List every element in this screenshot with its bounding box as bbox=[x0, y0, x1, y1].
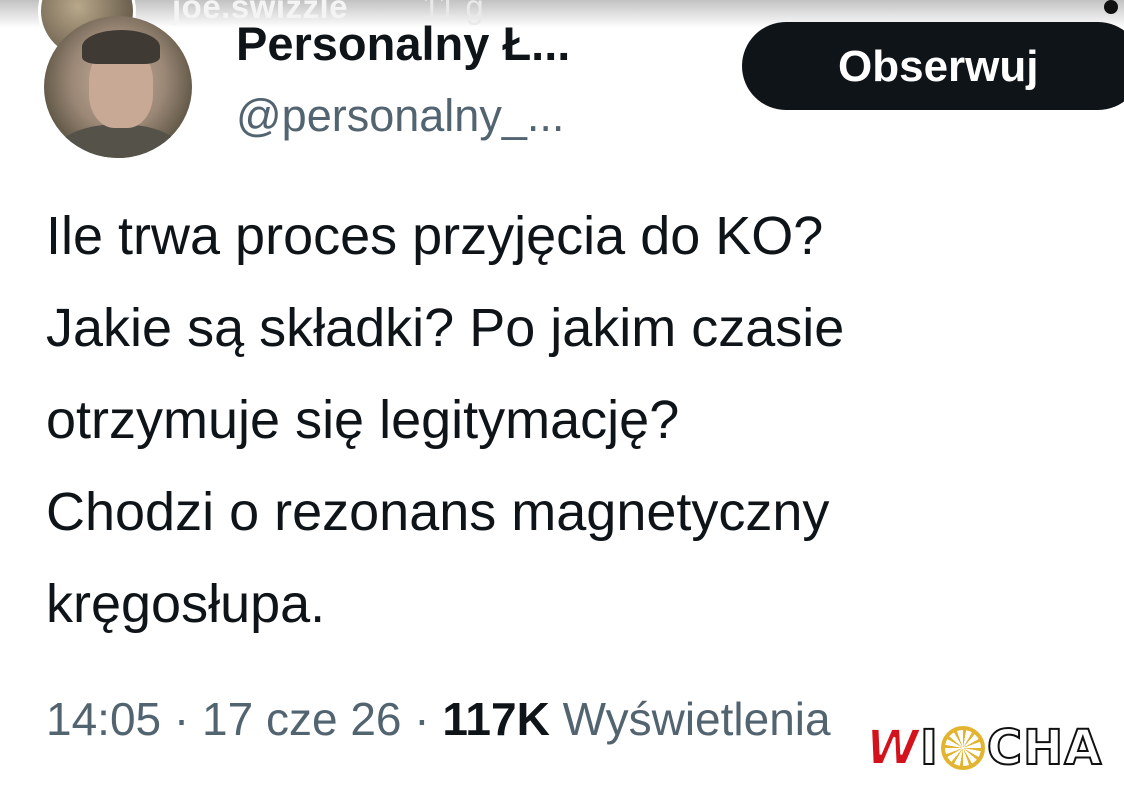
tweet-line: Chodzi o rezonans magnetyczny bbox=[46, 482, 830, 542]
avatar-shirt bbox=[54, 124, 184, 158]
wheel-icon bbox=[940, 726, 985, 770]
tweet-text: Ile trwa proces przyjęcia do KO? Jakie s… bbox=[46, 190, 1116, 650]
meta-separator: · bbox=[401, 693, 443, 745]
user-handle[interactable]: @personalny_... bbox=[236, 90, 564, 142]
tweet-line: otrzymuje się legitymację? bbox=[46, 390, 680, 450]
views-label: Wyświetlenia bbox=[549, 693, 831, 745]
watermark-letter-i: I bbox=[919, 719, 939, 777]
watermark-rest: CHA bbox=[986, 719, 1103, 777]
tweet-line: Ile trwa proces przyjęcia do KO? bbox=[46, 206, 824, 266]
avatar-hair bbox=[82, 30, 160, 64]
tweet-line: Jakie są składki? Po jakim czasie bbox=[46, 298, 845, 358]
tweet-date[interactable]: 17 cze 26 bbox=[202, 693, 401, 745]
display-name[interactable]: Personalny Ł... bbox=[236, 16, 570, 71]
avatar[interactable] bbox=[44, 16, 192, 158]
watermark-letter-w: W bbox=[865, 719, 920, 777]
tweet-line: kręgosłupa. bbox=[46, 574, 326, 634]
tweet-time[interactable]: 14:05 bbox=[46, 693, 161, 745]
views-count: 117K bbox=[442, 693, 550, 745]
follow-button-label: Obserwuj bbox=[838, 42, 1039, 91]
meta-separator: · bbox=[161, 693, 203, 745]
wiocha-watermark-logo: W I CHA bbox=[865, 719, 1103, 777]
tweet-meta: 14:05 · 17 cze 26 · 117K Wyświetlenia bbox=[46, 692, 831, 746]
more-options-icon[interactable] bbox=[1104, 0, 1118, 14]
follow-button[interactable]: Obserwuj bbox=[742, 22, 1124, 110]
